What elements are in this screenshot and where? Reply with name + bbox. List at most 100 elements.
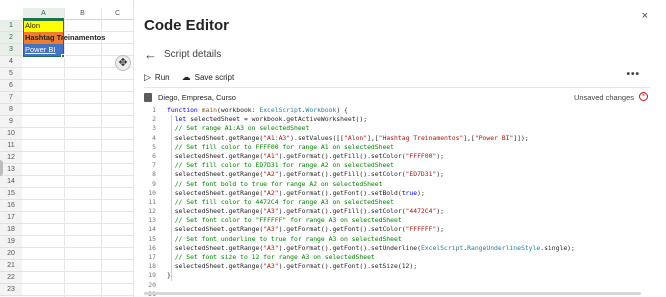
code-line: 19}: [144, 271, 650, 280]
unsaved-changes-label: Unsaved changes: [573, 93, 634, 102]
script-file-bar: Diego, Empresa, Curso Unsaved changes ×: [144, 92, 650, 104]
code-text: function main(workbook: ExcelScript.Work…: [167, 106, 348, 115]
gridline: [22, 175, 134, 176]
code-token: selectedSheet.getRange(: [167, 133, 264, 142]
code-token: ).getFormat().getFont().setSize(: [278, 262, 402, 271]
row-header[interactable]: 7: [0, 92, 22, 104]
code-token: ).getFormat().getFont().setUnderline(: [278, 243, 421, 252]
row-header[interactable]: 18: [0, 224, 22, 236]
fill-handle[interactable]: [61, 54, 65, 58]
row-header[interactable]: 14: [0, 176, 22, 188]
row-header[interactable]: 23: [0, 284, 22, 296]
code-text: // Set range A1:A3 on selectedSheet: [167, 124, 310, 133]
row-header[interactable]: 21: [0, 260, 22, 272]
line-number: 8: [152, 170, 156, 179]
row-header[interactable]: 12: [0, 152, 22, 164]
pane-title: Code Editor: [144, 17, 229, 34]
row-header[interactable]: 17: [0, 212, 22, 224]
line-number: 19: [148, 271, 156, 280]
code-token: ) {: [336, 106, 348, 114]
code-token: "A3": [263, 207, 279, 216]
row-header[interactable]: 4: [0, 56, 22, 68]
back-arrow-icon[interactable]: ←: [144, 47, 157, 62]
code-line: 20: [144, 281, 650, 290]
line-number: 9: [152, 179, 156, 188]
code-line: 10 selectedSheet.getRange("A2").getForma…: [144, 189, 650, 198]
code-area[interactable]: 1 function main(workbook: ExcelScript.Wor…: [144, 106, 650, 297]
code-line: 17 // Set font size to 12 for range A3 o…: [144, 253, 650, 262]
row-header[interactable]: 20: [0, 248, 22, 260]
code-token: "A2": [263, 170, 279, 179]
gridline: [133, 8, 134, 297]
code-token: main: [201, 106, 218, 114]
row-header[interactable]: 5: [0, 68, 22, 80]
code-token: "A3": [263, 225, 279, 234]
code-token: .single);: [540, 243, 575, 252]
gridline: [22, 91, 134, 92]
horizontal-scrollbar[interactable]: [144, 292, 641, 295]
column-header-a[interactable]: A: [23, 8, 64, 20]
gridline: [22, 295, 134, 296]
line-number: 11: [148, 197, 156, 206]
row-header[interactable]: 2: [0, 32, 22, 44]
code-token: "A2": [263, 188, 279, 197]
row-header[interactable]: 9: [0, 116, 22, 128]
close-icon[interactable]: ×: [642, 10, 648, 22]
selection-border: [23, 20, 64, 57]
row-header[interactable]: 19: [0, 236, 22, 248]
code-token: ExcelScript: [259, 106, 302, 114]
code-text: }: [167, 271, 171, 280]
row-header[interactable]: 11: [0, 140, 22, 152]
code-token: }: [167, 271, 171, 280]
code-line: 16 selectedSheet.getRange("A3").getForma…: [144, 244, 650, 253]
save-script-label: Save script: [194, 72, 235, 82]
row-header[interactable]: 10: [0, 128, 22, 140]
code-text: // Set font underline to true for range …: [167, 235, 402, 244]
script-file-name[interactable]: Diego, Empresa, Curso: [158, 93, 236, 102]
code-token: selectedSheet.getRange(: [167, 188, 264, 197]
line-number: 5: [152, 142, 156, 151]
gridline: [22, 163, 134, 164]
save-script-button[interactable]: ☁ Save script: [182, 72, 235, 83]
code-token: RangeUnderlineStyle: [467, 243, 541, 252]
code-text: selectedSheet.getRange("A3").getFormat()…: [167, 207, 444, 216]
line-number: 14: [148, 225, 156, 234]
column-header-c[interactable]: C: [101, 8, 134, 20]
row-header[interactable]: 1: [0, 20, 22, 32]
gridline: [22, 127, 134, 128]
code-token: );: [409, 262, 418, 271]
run-button[interactable]: ▷ Run: [144, 72, 170, 83]
row-header[interactable]: 3: [0, 44, 22, 56]
code-line: 14 selectedSheet.getRange("A3").getForma…: [144, 225, 650, 234]
code-token: let: [174, 115, 191, 124]
code-line: 3 // Set range A1:A3 on selectedSheet: [144, 124, 650, 133]
code-token: selectedSheet.getRange(: [167, 262, 264, 271]
play-icon: ▷: [144, 71, 151, 82]
gridline: [22, 115, 134, 116]
code-token: );: [436, 225, 445, 234]
code-token: "Alon": [344, 133, 368, 142]
more-options-icon[interactable]: •••: [626, 69, 640, 80]
row-header[interactable]: 6: [0, 80, 22, 92]
row-header[interactable]: 13: [0, 164, 22, 176]
unsaved-changes-icon[interactable]: ×: [639, 92, 648, 101]
row-header[interactable]: 16: [0, 200, 22, 212]
code-token: selectedSheet.getRange(: [167, 151, 264, 160]
column-header-b[interactable]: B: [64, 8, 101, 20]
code-token: "A1": [263, 151, 279, 160]
code-line: 11 // Set fill color to 4472C4 for range…: [144, 198, 650, 207]
row-header[interactable]: 22: [0, 272, 22, 284]
spreadsheet-grid[interactable]: A B C 1 2 3 4 5 6 7 8 9 10 11 12 13 14 15 16 17 18 19 20 21 2…: [0, 0, 134, 297]
code-line: 9 // Set font bold to true for range A2 …: [144, 180, 650, 189]
code-text: selectedSheet.getRange("A2").getFormat()…: [167, 189, 425, 198]
code-line: 8 selectedSheet.getRange("A2").getFormat…: [144, 170, 650, 179]
gridline: [22, 187, 134, 188]
row-header[interactable]: 15: [0, 188, 22, 200]
code-text: // Set font bold to true for range A2 on…: [167, 180, 383, 189]
row-header[interactable]: 8: [0, 104, 22, 116]
resize-handle[interactable]: [0, 160, 3, 176]
code-line: 5 // Set fill color to FFFF00 for range …: [144, 143, 650, 152]
line-number: 1: [152, 106, 156, 114]
gridline: [22, 103, 134, 104]
code-token: (workbook:: [217, 106, 260, 114]
